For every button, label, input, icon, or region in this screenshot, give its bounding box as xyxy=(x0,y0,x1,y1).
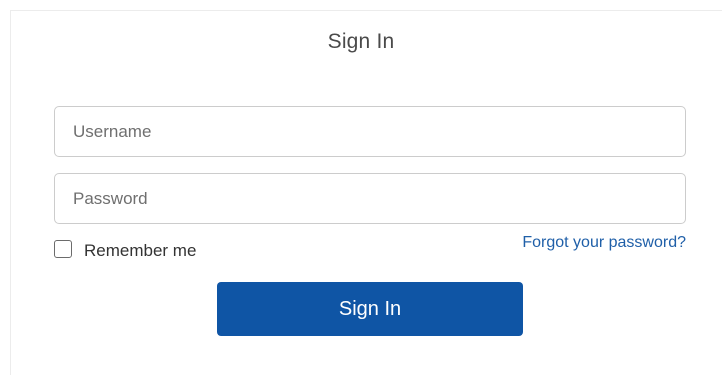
remember-me-checkbox[interactable] xyxy=(54,240,72,258)
remember-me-row: Remember me xyxy=(54,238,196,260)
username-input[interactable] xyxy=(54,106,686,157)
sign-in-button[interactable]: Sign In xyxy=(217,282,523,336)
password-input[interactable] xyxy=(54,173,686,224)
remember-me-label[interactable]: Remember me xyxy=(84,241,196,261)
page-title: Sign In xyxy=(327,30,395,53)
forgot-password-link[interactable]: Forgot your password? xyxy=(522,234,686,252)
